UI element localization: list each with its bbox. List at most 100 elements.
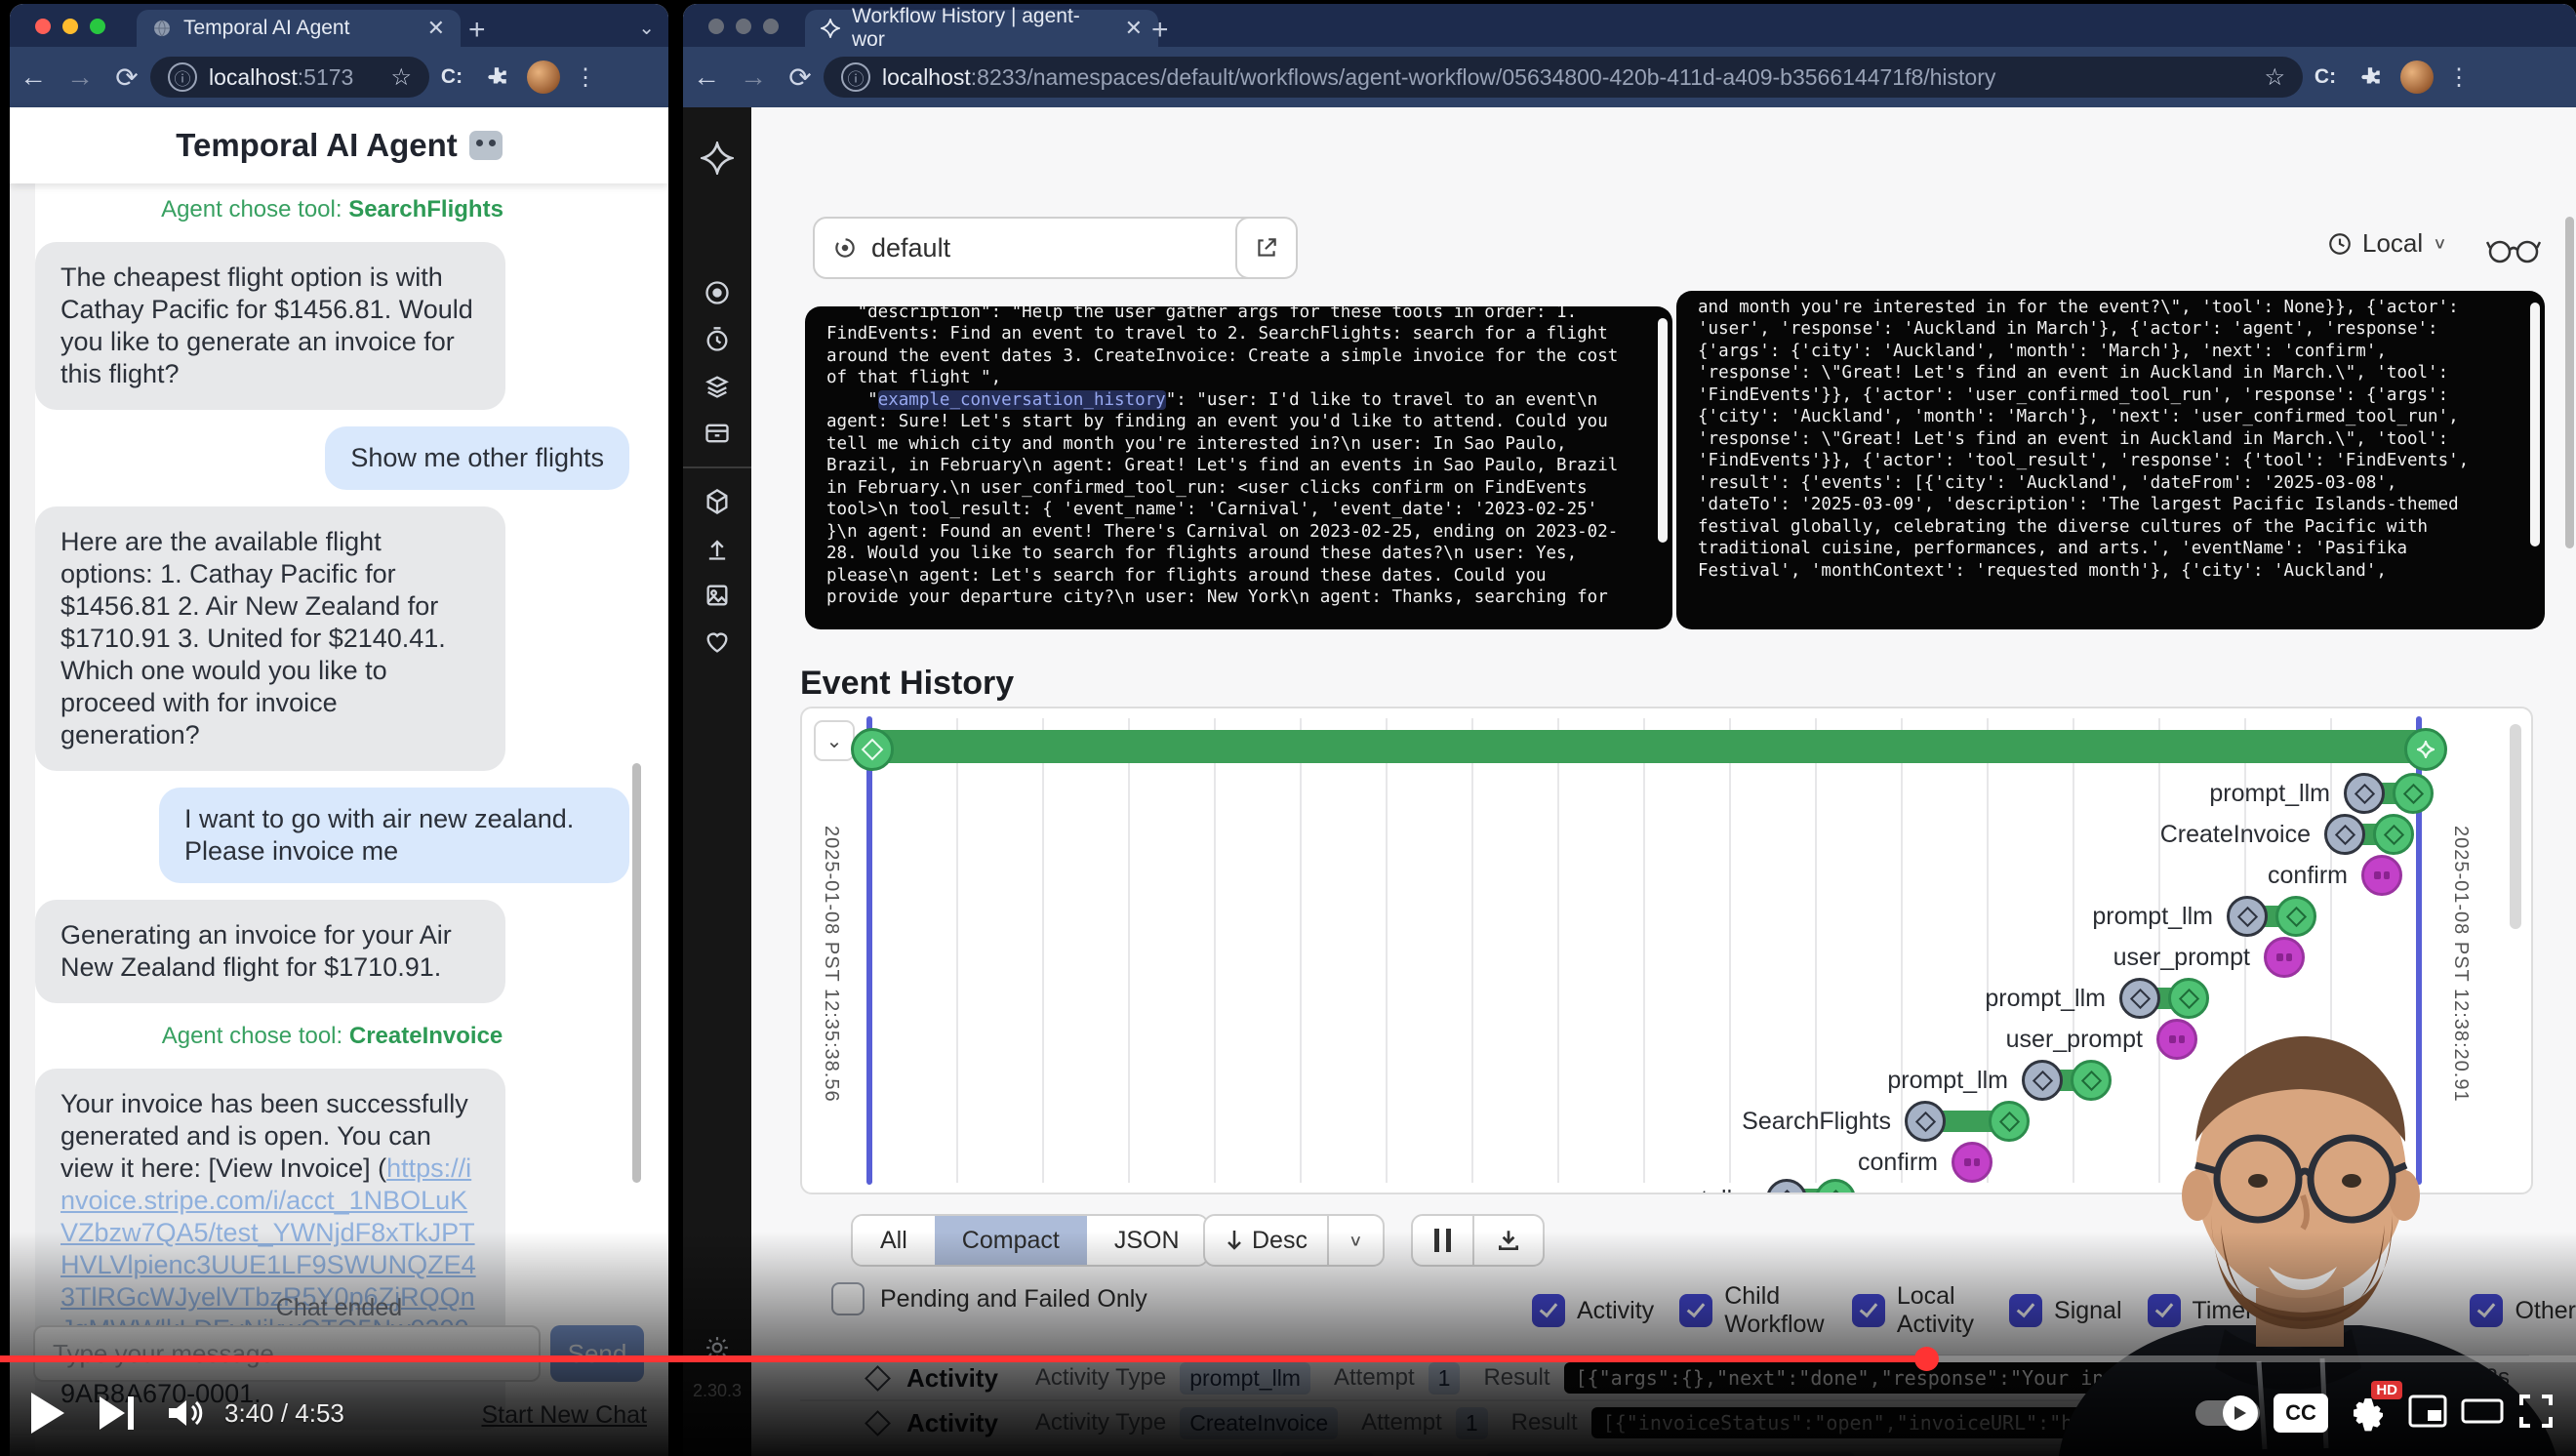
workflow-execution-bar[interactable] — [870, 730, 2424, 763]
next-video-button[interactable] — [82, 1384, 150, 1442]
tab-search-chevron-icon[interactable]: ⌄ — [638, 16, 655, 40]
tab-close-icon[interactable]: ✕ — [1125, 16, 1143, 41]
schedules-nav-icon[interactable] — [683, 316, 751, 363]
agent-goal-code-panel[interactable]: "description": "Help the user gather arg… — [805, 306, 1672, 629]
event-type-filter-checkbox[interactable]: Other — [2470, 1294, 2576, 1327]
timeline-event-row[interactable]: user_prompt — [2113, 937, 2305, 978]
browser-menu-icon[interactable]: ⋮ — [568, 63, 603, 92]
pause-button[interactable] — [1413, 1216, 1472, 1265]
workflows-nav-icon[interactable] — [683, 269, 751, 316]
timeline-event-icon[interactable] — [2119, 978, 2209, 1019]
theme-toggle-sun-icon[interactable] — [683, 1324, 751, 1371]
view-mode-button[interactable]: All — [853, 1216, 935, 1265]
timeline-event-row[interactable]: prompt_llm — [2092, 896, 2316, 937]
view-mode-button[interactable]: Compact — [935, 1216, 1087, 1265]
extension-icon[interactable]: C: — [429, 65, 474, 89]
close-window-button[interactable] — [35, 19, 51, 34]
new-tab-button[interactable]: + — [1151, 14, 1169, 47]
reload-button[interactable]: ⟳ — [777, 61, 824, 94]
labs-nav-icon[interactable] — [683, 572, 751, 619]
timeline-event-icon[interactable] — [2264, 937, 2305, 978]
autoplay-toggle[interactable] — [2195, 1400, 2260, 1426]
feedback-heart-icon[interactable] — [683, 619, 751, 666]
timeline-event-icon[interactable] — [1766, 1179, 1856, 1194]
zoom-window-button[interactable] — [90, 19, 105, 34]
video-scrubber-handle[interactable] — [1914, 1347, 1939, 1371]
video-progress-bar[interactable] — [0, 1355, 2576, 1362]
import-nav-icon[interactable] — [683, 525, 751, 572]
timezone-selector[interactable]: Local ∨ — [2327, 228, 2447, 259]
bookmark-star-icon[interactable]: ☆ — [2264, 63, 2285, 92]
profile-avatar[interactable] — [2400, 61, 2434, 94]
task-queues-nav-icon[interactable] — [683, 363, 751, 410]
back-button[interactable]: ← — [683, 61, 730, 93]
tab-workflow-history[interactable]: Workflow History | agent-wor ✕ — [805, 10, 1158, 47]
workflow-end-icon[interactable] — [2404, 728, 2447, 771]
timeline-event-icon[interactable] — [1905, 1101, 2030, 1142]
extensions-puzzle-icon[interactable] — [474, 64, 519, 90]
timeline-event-icon[interactable] — [2361, 855, 2402, 896]
volume-button[interactable] — [150, 1384, 219, 1442]
zoom-window-button[interactable] — [763, 19, 779, 34]
timeline-event-icon[interactable] — [1952, 1142, 1992, 1183]
forward-button[interactable]: → — [730, 61, 777, 93]
timeline-scrollbar[interactable] — [2510, 724, 2521, 929]
address-bar[interactable]: ⓘ localhost:8233/namespaces/default/work… — [824, 57, 2303, 98]
timeline-event-row[interactable]: SearchFlights — [1742, 1101, 2030, 1142]
miniplayer-button[interactable] — [2408, 1395, 2447, 1433]
event-type-filter-checkbox[interactable]: Signal — [2009, 1294, 2122, 1327]
event-type-filter-checkbox[interactable]: Local Activity — [1852, 1282, 1984, 1339]
forward-button[interactable]: → — [57, 61, 103, 93]
view-mode-button[interactable]: JSON — [1087, 1216, 1207, 1265]
batch-operations-nav-icon[interactable] — [683, 410, 751, 457]
chat-message-list[interactable]: Agent chose tool: SearchFlights The chea… — [35, 193, 629, 1430]
profile-avatar[interactable] — [527, 61, 560, 94]
conversation-history-code-panel[interactable]: and month you're interested in for the e… — [1676, 291, 2545, 629]
timeline-event-icon[interactable] — [2227, 896, 2316, 937]
reload-button[interactable]: ⟳ — [103, 61, 150, 94]
window-controls[interactable] — [35, 19, 105, 34]
timeline-event-row[interactable]: prompt_llm — [2209, 773, 2434, 814]
theater-mode-button[interactable] — [2461, 1395, 2504, 1433]
back-button[interactable]: ← — [10, 61, 57, 93]
extension-icon[interactable]: C: — [2303, 65, 2348, 89]
event-type-filter-checkbox[interactable]: Timer — [2148, 1294, 2254, 1327]
chat-scrollbar[interactable] — [632, 763, 641, 1183]
browser-menu-icon[interactable]: ⋮ — [2441, 63, 2476, 92]
pending-failed-only-checkbox[interactable]: Pending and Failed Only — [831, 1282, 1147, 1315]
bookmark-star-icon[interactable]: ☆ — [390, 63, 412, 92]
address-bar[interactable]: ⓘ localhost:5173 ☆ — [150, 57, 429, 98]
timeline-collapse-button[interactable]: ⌄ — [814, 720, 855, 761]
timeline-event-row[interactable]: confirm — [1858, 1142, 1992, 1183]
tab-temporal-ai-agent[interactable]: Temporal AI Agent ✕ — [137, 10, 461, 47]
namespaces-nav-icon[interactable] — [683, 478, 751, 525]
minimize-window-button[interactable] — [736, 19, 751, 34]
data-encoder-glasses-icon[interactable] — [2486, 228, 2541, 272]
new-tab-button[interactable]: + — [468, 14, 486, 47]
site-info-icon[interactable]: ⓘ — [168, 62, 197, 92]
extensions-puzzle-icon[interactable] — [2348, 64, 2393, 90]
close-window-button[interactable] — [708, 19, 724, 34]
tab-close-icon[interactable]: ✕ — [427, 16, 445, 41]
timeline-event-row[interactable]: prompt_llm — [1985, 978, 2209, 1019]
timeline-event-icon[interactable] — [2344, 773, 2434, 814]
namespace-selector[interactable]: default ∨ — [813, 217, 1267, 279]
settings-button[interactable]: HD — [2342, 1387, 2395, 1439]
timeline-event-icon[interactable] — [2324, 814, 2414, 855]
timeline-event-icon[interactable] — [2156, 1019, 2197, 1060]
play-button[interactable] — [14, 1384, 82, 1442]
captions-button[interactable]: CC — [2274, 1394, 2328, 1433]
code-scrollbar[interactable] — [2530, 303, 2540, 546]
temporal-logo-icon[interactable] — [683, 135, 751, 182]
event-type-filter-checkbox[interactable]: Child Workflow — [1679, 1282, 1827, 1339]
timeline-event-row[interactable]: confirm — [2268, 855, 2402, 896]
minimize-window-button[interactable] — [62, 19, 78, 34]
download-history-button[interactable] — [1474, 1216, 1543, 1265]
timeline-event-row[interactable]: prompt_llm — [1631, 1179, 1856, 1194]
timeline-event-row[interactable]: CreateInvoice — [2160, 814, 2414, 855]
event-type-filter-checkbox[interactable]: Activity — [1532, 1294, 1654, 1327]
page-scrollbar[interactable] — [2565, 217, 2574, 548]
workflow-start-icon[interactable] — [851, 728, 894, 771]
sort-order-control[interactable]: Desc ∨ — [1203, 1214, 1385, 1267]
window-controls[interactable] — [708, 19, 779, 34]
